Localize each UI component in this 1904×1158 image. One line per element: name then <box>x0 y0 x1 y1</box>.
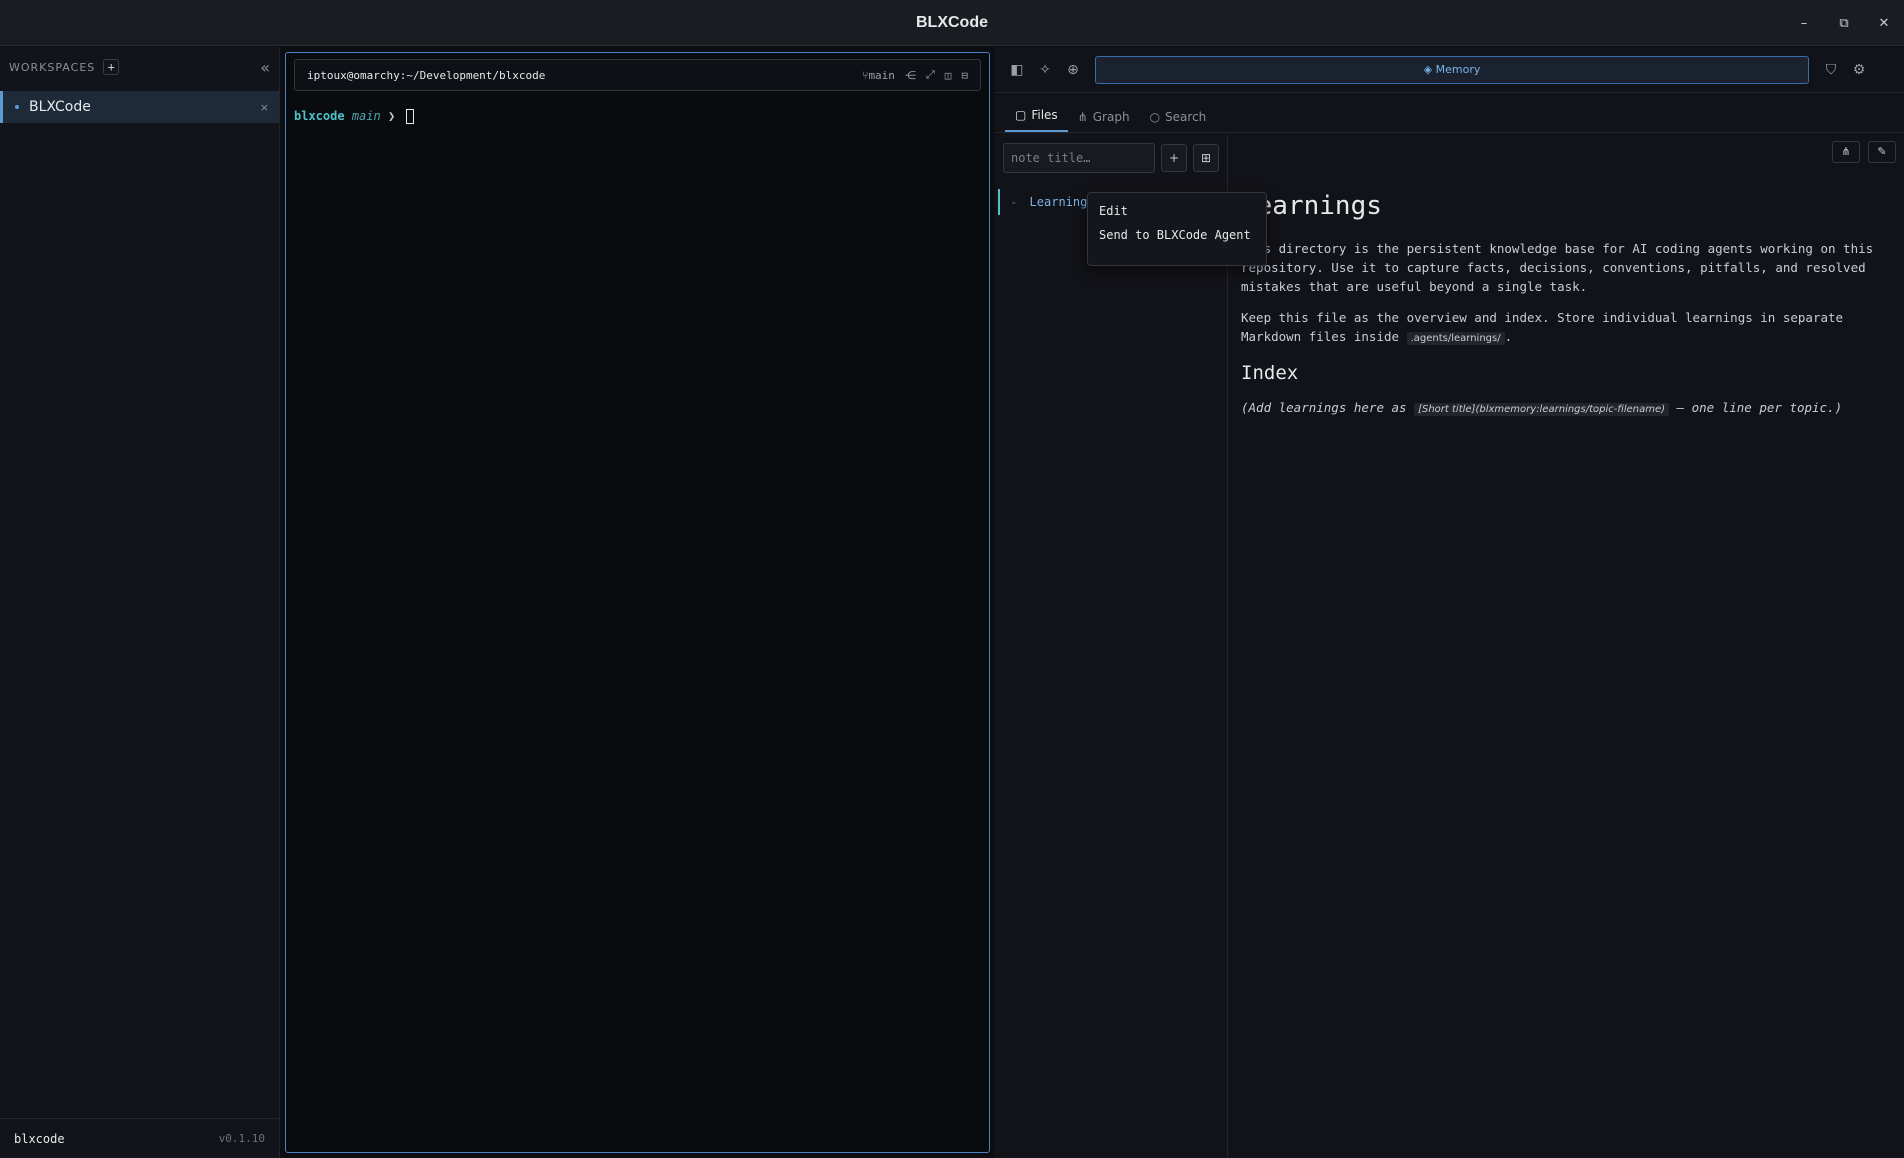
terminal-header: iptoux@omarchy:~/Development/blxcode ⑂ma… <box>294 59 981 91</box>
workspace-name: BLXCode <box>29 99 91 115</box>
viewer-tools: ⋔ ✎ <box>1832 141 1896 163</box>
active-dot-icon <box>15 105 19 109</box>
tree-item-label: Learnings <box>1029 195 1095 209</box>
split-vertical-icon[interactable]: ◫ <box>945 69 952 82</box>
minimize-button[interactable]: – <box>1784 16 1824 31</box>
tab-label: Graph <box>1092 110 1130 124</box>
close-workspace-button[interactable]: × <box>260 101 269 114</box>
window-controls: – ⧉ ✕ <box>1784 0 1904 46</box>
tab-search[interactable]: ○ Search <box>1140 110 1217 132</box>
share-icon[interactable]: ⋲ <box>905 69 916 82</box>
graph-view-icon[interactable]: ⋔ <box>1832 141 1860 163</box>
sparkle-icon[interactable]: ✧ <box>1031 62 1059 78</box>
window-title: BLXCode <box>916 13 988 31</box>
prompt-branch: main <box>351 109 381 123</box>
tab-label: Search <box>1165 110 1207 124</box>
new-folder-icon[interactable]: ⊞ <box>1193 144 1219 172</box>
doc-text: — one line per topic.) <box>1669 400 1843 415</box>
doc-title: Learnings <box>1241 191 1382 221</box>
menu-item-edit[interactable]: Edit <box>1088 199 1266 223</box>
terminal-pane[interactable]: iptoux@omarchy:~/Development/blxcode ⑂ma… <box>285 52 990 1153</box>
collapse-sidebar-button[interactable]: « <box>260 58 270 77</box>
inline-code: .agents/learnings/ <box>1406 332 1505 345</box>
new-note-row: + ⊞ <box>995 135 1227 181</box>
file-icon: ▢ <box>1015 108 1027 122</box>
note-document: Learnings This directory is the persiste… <box>1229 191 1892 431</box>
memory-tabs: ▢ Files ⋔ Graph ○ Search <box>995 93 1904 133</box>
memory-tab-button[interactable]: ◈ Memory <box>1095 55 1809 84</box>
tab-graph[interactable]: ⋔ Graph <box>1068 110 1140 132</box>
workspaces-label: WORKSPACES <box>9 60 96 74</box>
split-horizontal-icon[interactable]: ⊟ <box>961 69 968 82</box>
sidebar-footer: blxcode v0.1.10 <box>0 1118 279 1158</box>
menu-item-send-to-agent[interactable]: Send to BLXCode Agent <box>1088 223 1266 247</box>
terminal-path: iptoux@omarchy:~/Development/blxcode <box>307 68 546 82</box>
prompt-symbol: ❯ <box>387 109 396 123</box>
prompt-dir: blxcode <box>294 109 345 123</box>
expand-icon[interactable]: ⤢ <box>926 68 935 82</box>
branch-label: main <box>868 68 895 82</box>
app-version: v0.1.10 <box>218 1132 265 1145</box>
graph-icon: ⋔ <box>1077 110 1088 124</box>
maximize-button[interactable]: ⧉ <box>1824 16 1864 31</box>
branch-indicator: ⑂main <box>862 69 895 82</box>
add-workspace-button[interactable]: + <box>103 59 120 75</box>
globe-icon[interactable]: ⊕ <box>1059 62 1087 78</box>
layers-icon: ◈ <box>1423 63 1436 76</box>
terminal-output[interactable]: blxcode main ❯ <box>286 97 989 136</box>
search-icon: ○ <box>1149 110 1161 124</box>
add-note-button[interactable]: + <box>1161 144 1187 172</box>
terminal-actions: ⑂main ⋲ ⤢ ◫ ⊟ <box>862 68 968 82</box>
workspace-item-blxcode[interactable]: BLXCode × <box>0 91 279 123</box>
note-viewer: ⋔ ✎ Learnings This directory is the pers… <box>1229 135 1904 1145</box>
panel-toolbar: ◧ ✧ ⊕ ◈ Memory ⛉ ⚙ <box>995 47 1904 93</box>
workspaces-sidebar: WORKSPACES + « BLXCode × blxcode v0.1.10 <box>0 47 280 1158</box>
files-list: + ⊞ ⌄ Learnings <box>995 135 1228 1158</box>
chevron-down-icon: ⌄ <box>1010 197 1018 207</box>
memory-label: Memory <box>1435 63 1481 76</box>
sidebar-toggle-icon[interactable]: ◧ <box>1003 62 1031 78</box>
note-title-input[interactable] <box>1003 143 1155 173</box>
doc-text: Keep this file as the overview and index… <box>1241 310 1844 344</box>
terminal-cursor <box>406 109 415 124</box>
doc-paragraph: Keep this file as the overview and index… <box>1241 308 1892 348</box>
tab-files[interactable]: ▢ Files <box>1005 108 1068 132</box>
inline-code: [Short title](blxmemory:learnings/topic-… <box>1414 403 1670 416</box>
project-name: blxcode <box>14 1131 65 1146</box>
sidebar-header: WORKSPACES + « <box>0 47 279 87</box>
doc-heading-index: Index <box>1241 362 1299 384</box>
plugin-icon[interactable]: ⚙ <box>1845 62 1873 78</box>
doc-paragraph: (Add learnings here as [Short title](blx… <box>1241 398 1892 419</box>
close-window-button[interactable]: ✕ <box>1864 16 1904 31</box>
title-bar: BLXCode – ⧉ ✕ <box>0 0 1904 46</box>
tab-label: Files <box>1031 108 1058 122</box>
doc-paragraph: This directory is the persistent knowled… <box>1241 241 1874 294</box>
shield-icon[interactable]: ⛉ <box>1817 62 1845 78</box>
context-menu: Edit Send to BLXCode Agent <box>1087 192 1267 266</box>
doc-text: . <box>1504 329 1513 344</box>
doc-text: (Add learnings here as <box>1241 400 1415 415</box>
edit-pencil-icon[interactable]: ✎ <box>1868 141 1896 163</box>
